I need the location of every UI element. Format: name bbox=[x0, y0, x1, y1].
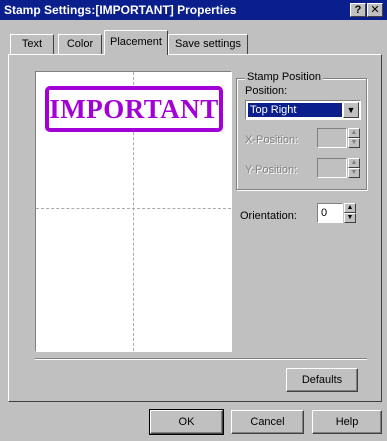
spin-down-icon[interactable]: ▼ bbox=[348, 168, 360, 178]
position-selected-value: Top Right bbox=[248, 103, 342, 117]
x-position-spinner[interactable]: ▲ ▼ bbox=[348, 128, 360, 148]
help-icon[interactable]: ? bbox=[350, 3, 366, 17]
orientation-spinner[interactable]: ▲ ▼ bbox=[344, 203, 356, 223]
position-select[interactable]: Top Right ▼ bbox=[245, 100, 361, 120]
close-icon[interactable]: ✕ bbox=[367, 3, 383, 17]
stamp-preview: IMPORTANT bbox=[45, 86, 223, 132]
spin-down-icon[interactable]: ▼ bbox=[348, 138, 360, 148]
separator bbox=[35, 358, 367, 360]
position-label: Position: bbox=[245, 85, 288, 97]
chevron-down-icon[interactable]: ▼ bbox=[343, 102, 359, 118]
tab-text[interactable]: Text bbox=[10, 34, 54, 54]
tab-save-settings[interactable]: Save settings bbox=[168, 34, 248, 54]
title-bar: Stamp Settings:[IMPORTANT] Properties bbox=[0, 0, 387, 20]
spin-down-icon[interactable]: ▼ bbox=[344, 213, 356, 223]
tab-placement[interactable]: Placement bbox=[104, 30, 168, 55]
cancel-button[interactable]: Cancel bbox=[231, 410, 304, 434]
y-position-spinner[interactable]: ▲ ▼ bbox=[348, 158, 360, 178]
y-position-label: Y-Position: bbox=[245, 164, 298, 176]
ok-button[interactable]: OK bbox=[149, 409, 224, 435]
y-position-field[interactable] bbox=[317, 158, 347, 178]
tab-color[interactable]: Color bbox=[58, 34, 102, 54]
orientation-field[interactable]: 0 bbox=[317, 203, 343, 223]
spin-up-icon[interactable]: ▲ bbox=[348, 128, 360, 138]
help-button[interactable]: Help bbox=[312, 410, 382, 434]
window-title: Stamp Settings:[IMPORTANT] Properties bbox=[4, 3, 237, 17]
defaults-button[interactable]: Defaults bbox=[286, 368, 358, 392]
spin-up-icon[interactable]: ▲ bbox=[348, 158, 360, 168]
spin-up-icon[interactable]: ▲ bbox=[344, 203, 356, 213]
x-position-label: X-Position: bbox=[245, 134, 299, 146]
x-position-field[interactable] bbox=[317, 128, 347, 148]
orientation-label: Orientation: bbox=[240, 210, 297, 222]
preview-horizontal-guide bbox=[36, 208, 231, 209]
stamp-position-group-label: Stamp Position bbox=[245, 71, 323, 83]
